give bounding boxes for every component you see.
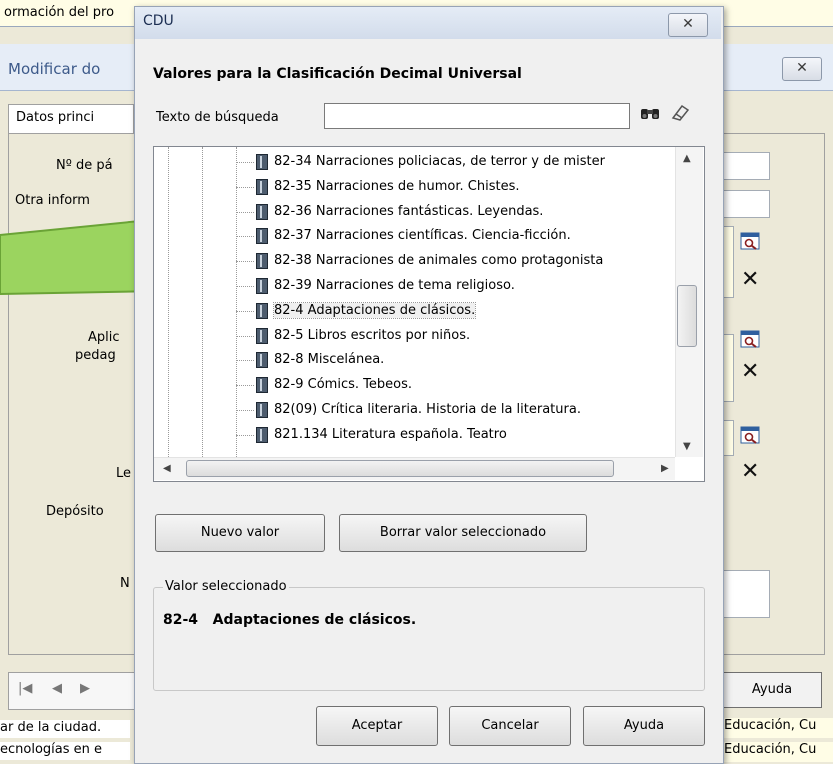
tree-connector xyxy=(236,261,254,263)
tree-item[interactable]: 82-5 Libros escritos por niños. xyxy=(154,325,674,347)
tree-connector xyxy=(236,186,254,188)
tree-connector xyxy=(236,236,254,238)
tree-item-label: 82-39 Narraciones de tema religioso. xyxy=(274,278,515,293)
tree-item-label: 82-9 Cómics. Tebeos. xyxy=(274,377,412,392)
book-icon xyxy=(256,203,268,220)
tree-item-text: Narraciones fantásticas. Leyendas. xyxy=(315,203,544,219)
tree-item[interactable]: 821.134 Literatura española. Teatro xyxy=(154,424,674,446)
tree-item-text: Literatura española. Teatro xyxy=(331,426,507,442)
selected-value-text: 82-4 Adaptaciones de clásicos. xyxy=(163,612,416,628)
tree-item-text: Adaptaciones de clásicos. xyxy=(307,302,476,318)
binoculars-search-icon[interactable] xyxy=(640,105,660,126)
book-icon xyxy=(256,426,268,443)
book-icon xyxy=(256,253,268,270)
tree-item-text: Narraciones de tema religioso. xyxy=(315,278,515,293)
tree-connector xyxy=(236,211,254,213)
tree-item[interactable]: 82(09) Crítica literaria. Historia de la… xyxy=(154,399,674,421)
tree-item-text: Miscelánea. xyxy=(307,352,385,368)
tree-item-label: 82-36 Narraciones fantásticas. Leyendas. xyxy=(274,204,543,219)
search-label: Texto de búsqueda xyxy=(156,110,279,125)
tree-item-label: 82-38 Narraciones de animales como prota… xyxy=(274,253,603,268)
close-icon: ✕ xyxy=(682,16,694,32)
help-button[interactable]: Ayuda xyxy=(583,706,705,746)
tree-item-text: Narraciones policiacas, de terror y de m… xyxy=(315,154,605,169)
selected-value-code: 82-4 xyxy=(163,612,199,628)
tree-item[interactable]: 82-39 Narraciones de tema religioso. xyxy=(154,275,674,297)
cdu-dialog-title: CDU xyxy=(143,13,174,29)
tree-item-code: 82(09) xyxy=(274,402,318,417)
cancel-button[interactable]: Cancelar xyxy=(449,706,571,746)
vertical-scroll-thumb[interactable] xyxy=(677,285,697,347)
tree-item-code: 82-37 xyxy=(274,228,312,244)
tree-item-text: Cómics. Tebeos. xyxy=(307,377,412,393)
book-icon xyxy=(256,327,268,344)
tree-connector xyxy=(236,360,254,362)
tree-item[interactable]: 82-34 Narraciones policiacas, de terror … xyxy=(154,151,674,173)
tree-connector xyxy=(236,434,254,436)
tree-item-code: 82-35 xyxy=(274,178,312,194)
tree-item-code: 82-4 xyxy=(274,302,304,318)
dialog-heading: Valores para la Clasificación Decimal Un… xyxy=(153,66,522,82)
scroll-left-icon[interactable]: ◀ xyxy=(163,463,171,474)
tree-connector xyxy=(236,385,254,387)
tree-item-label: 82-8 Miscelánea. xyxy=(274,352,384,367)
book-icon xyxy=(256,228,268,245)
tree-item-code: 82-36 xyxy=(274,203,312,219)
tree-item-text: Narraciones científicas. Ciencia-ficción… xyxy=(315,228,571,244)
tree-item-label: 82-34 Narraciones policiacas, de terror … xyxy=(274,154,605,169)
tree-item[interactable]: 82-38 Narraciones de animales como prota… xyxy=(154,250,674,272)
tree-connector xyxy=(236,162,254,163)
tree-item-code: 82-9 xyxy=(274,377,304,393)
new-value-button[interactable]: Nuevo valor xyxy=(155,514,325,552)
tree-item-code: 82-8 xyxy=(274,352,304,368)
tree-item-code: 82-38 xyxy=(274,253,312,269)
tree-connector xyxy=(236,310,254,312)
cdu-dialog-titlebar xyxy=(135,7,721,39)
book-icon xyxy=(256,278,268,294)
tree-connector xyxy=(236,410,254,411)
scroll-down-icon[interactable]: ▼ xyxy=(683,441,691,452)
accept-button[interactable]: Aceptar xyxy=(316,706,438,746)
selected-value-group xyxy=(153,587,705,691)
book-icon xyxy=(256,377,268,394)
delete-selected-value-button[interactable]: Borrar valor seleccionado xyxy=(339,514,587,552)
eraser-icon[interactable] xyxy=(670,103,690,126)
tree-item-label: 82-35 Narraciones de humor. Chistes. xyxy=(274,179,520,194)
tree-item-label: 82-5 Libros escritos por niños. xyxy=(274,328,470,343)
tree-item-label: 821.134 Literatura española. Teatro xyxy=(274,427,507,442)
tree-item-code: 82-39 xyxy=(274,278,312,293)
scroll-up-icon[interactable]: ▲ xyxy=(683,153,691,164)
book-icon xyxy=(256,352,268,369)
cdu-dialog-close-button[interactable]: ✕ xyxy=(668,13,708,37)
horizontal-scroll-thumb[interactable] xyxy=(186,460,614,477)
tree-item[interactable]: 82-9 Cómics. Tebeos. xyxy=(154,374,674,396)
tree-item[interactable]: 82-4 Adaptaciones de clásicos. xyxy=(154,300,674,322)
tree-item-code: 821.134 xyxy=(274,426,328,442)
book-icon xyxy=(256,302,268,319)
tree-item[interactable]: 82-8 Miscelánea. xyxy=(154,349,674,371)
tree-item-text: Narraciones de animales como protagonist… xyxy=(315,253,604,269)
tree-item[interactable]: 82-36 Narraciones fantásticas. Leyendas. xyxy=(154,201,674,223)
selected-value-description: Adaptaciones de clásicos. xyxy=(212,612,417,628)
tree-item[interactable]: 82-35 Narraciones de humor. Chistes. xyxy=(154,176,674,198)
book-icon xyxy=(256,154,268,170)
tree-item-text: Crítica literaria. Historia de la litera… xyxy=(321,402,581,417)
tree-item-text: Narraciones de humor. Chistes. xyxy=(315,178,520,194)
scroll-right-icon[interactable]: ▶ xyxy=(661,463,669,474)
tree-connector xyxy=(236,335,254,337)
tree-connector xyxy=(236,286,254,287)
search-input[interactable] xyxy=(324,103,630,129)
tree-item-label: 82(09) Crítica literaria. Historia de la… xyxy=(274,402,581,417)
tree-item-text: Libros escritos por niños. xyxy=(307,327,471,343)
selected-value-group-label: Valor seleccionado xyxy=(163,579,289,594)
tree-item-code: 82-5 xyxy=(274,327,304,343)
tree-item[interactable]: 82-37 Narraciones científicas. Ciencia-f… xyxy=(154,225,674,247)
book-icon xyxy=(256,402,268,418)
cdu-tree-view[interactable]: 82-34 Narraciones policiacas, de terror … xyxy=(153,146,705,482)
tree-item-code: 82-34 xyxy=(274,154,312,169)
book-icon xyxy=(256,178,268,195)
tree-item-label: 82-4 Adaptaciones de clásicos. xyxy=(272,301,477,319)
tree-item-label: 82-37 Narraciones científicas. Ciencia-f… xyxy=(274,228,571,243)
